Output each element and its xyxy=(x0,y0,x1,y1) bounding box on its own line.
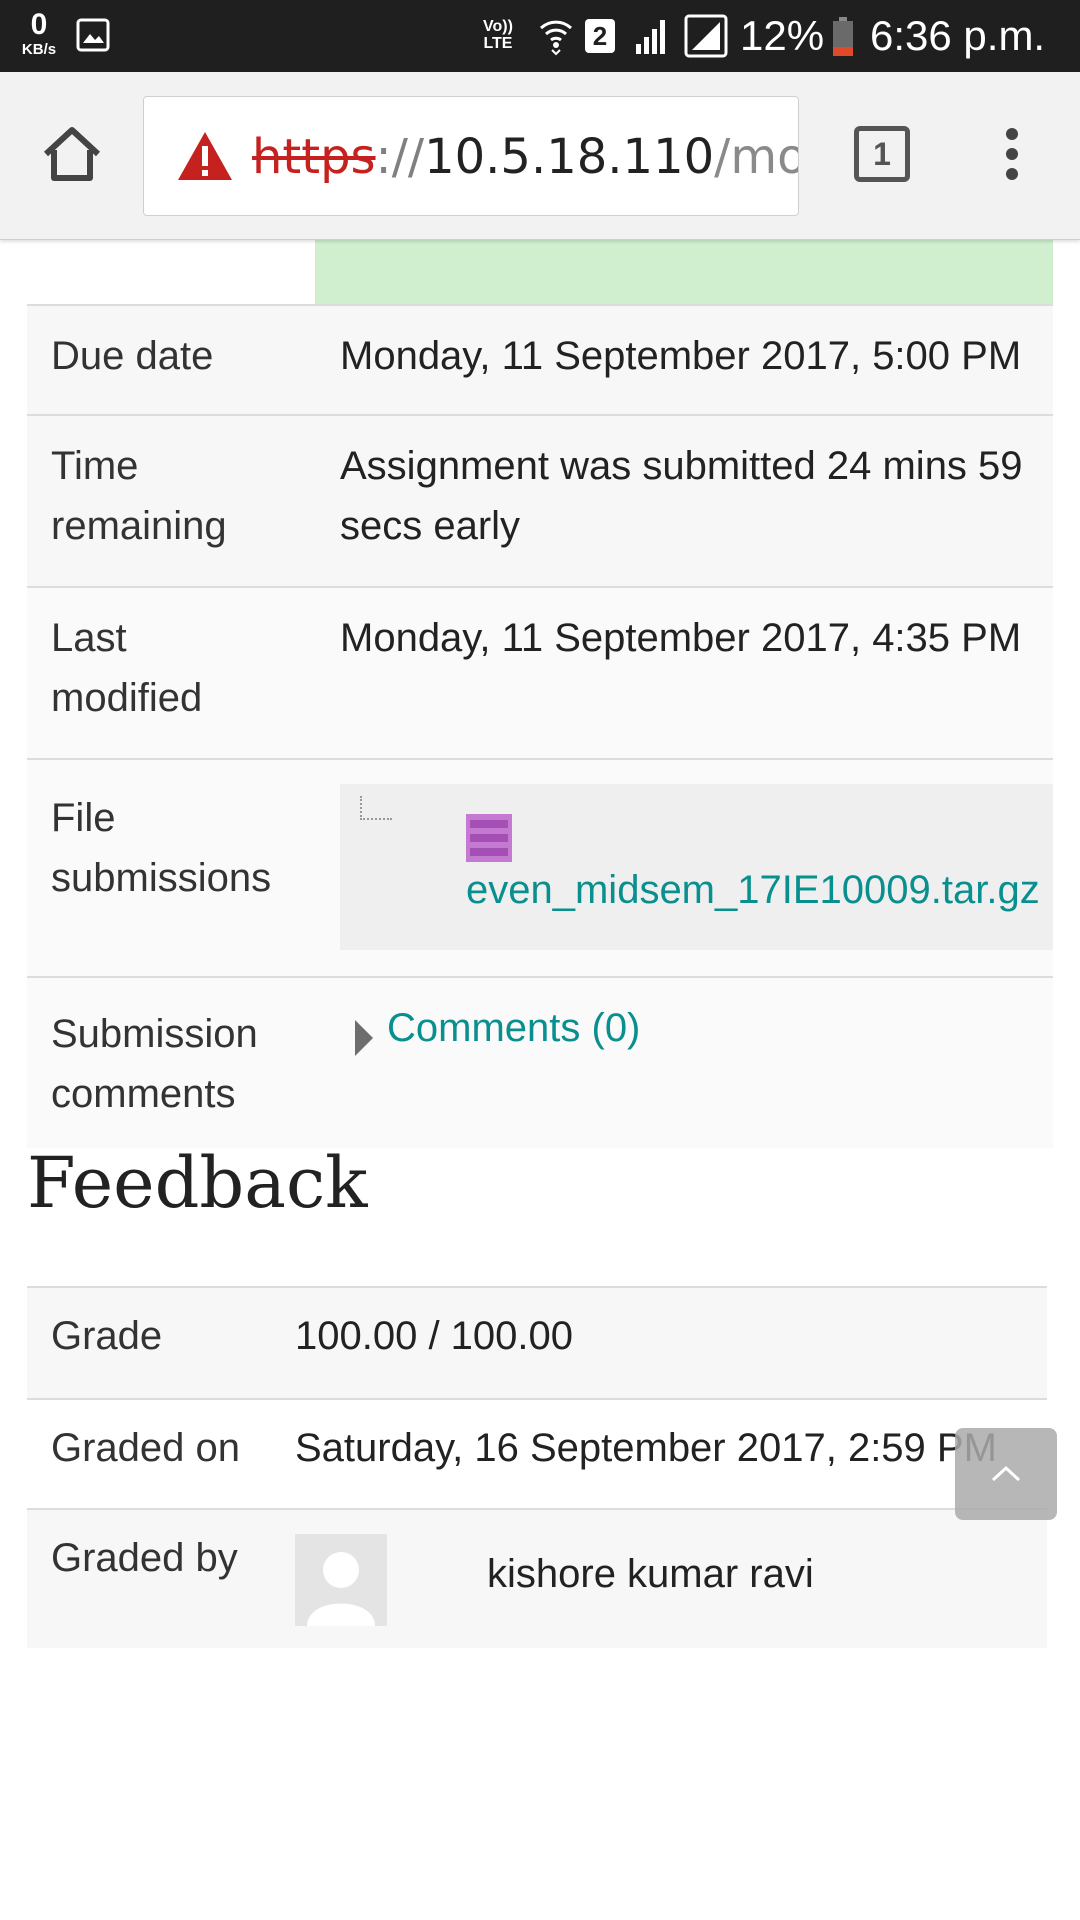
page-content: status Due date Monday, 11 September 201… xyxy=(0,200,1080,1920)
last-modified-label-line2: modified xyxy=(51,676,203,720)
url-host: 10.5.18.110 xyxy=(424,129,715,185)
volte-indicator: Vo)) LTE xyxy=(483,18,513,52)
wifi-icon xyxy=(539,20,573,56)
due-date-label: Due date xyxy=(51,334,214,378)
tabs-icon[interactable]: 1 xyxy=(854,126,910,182)
feedback-heading: Feedback xyxy=(27,1142,368,1224)
graded-on-label: Graded on xyxy=(51,1426,241,1470)
sim-slot-badge: 2 xyxy=(585,19,615,53)
signal-alt-icon xyxy=(684,14,728,58)
last-modified-label-line1: Last xyxy=(51,616,127,660)
time-remaining-value-line2: secs early xyxy=(340,504,521,548)
graded-on-row: Graded on Saturday, 16 September 2017, 2… xyxy=(27,1398,1047,1508)
battery-icon xyxy=(833,17,853,56)
url-separator: :// xyxy=(375,129,425,185)
status-bar: 0 KB/s Vo)) LTE 2 12% 6:36 p.m. xyxy=(0,0,1080,72)
url-scheme: https xyxy=(252,129,376,185)
expand-triangle-icon[interactable] xyxy=(353,1018,375,1058)
time-remaining-label: Time remaining xyxy=(51,436,311,556)
browser-toolbar: https://10.5.18.110/moc 1 xyxy=(0,72,1080,240)
time-remaining-label-line1: Time xyxy=(51,444,139,488)
grade-row: Grade 100.00 / 100.00 xyxy=(27,1286,1047,1398)
file-tree: even_midsem_17IE10009.tar.gz xyxy=(340,784,1053,950)
clock: 6:36 p.m. xyxy=(870,12,1046,59)
network-speed: 0 KB/s xyxy=(14,8,64,58)
avatar[interactable] xyxy=(295,1534,387,1626)
back-to-top-button[interactable] xyxy=(955,1428,1057,1520)
grader-name: kishore kumar ravi xyxy=(487,1552,814,1596)
submission-comments-label: Submission comments xyxy=(51,1004,311,1124)
due-date-row: Due date Monday, 11 September 2017, 5:00… xyxy=(27,304,1053,414)
address-bar[interactable]: https://10.5.18.110/moc xyxy=(143,96,799,216)
gallery-icon xyxy=(76,18,110,52)
time-remaining-value-line1: Assignment was submitted 24 mins 59 xyxy=(340,444,1023,488)
chevron-up-icon xyxy=(991,1465,1021,1482)
time-remaining-value: Assignment was submitted 24 mins 59 secs… xyxy=(340,436,1023,556)
signal-icon xyxy=(636,20,665,54)
submission-comments-row: Submission comments Comments (0) xyxy=(27,976,1053,1148)
time-remaining-row: Time remaining Assignment was submitted … xyxy=(27,414,1053,586)
network-speed-unit: KB/s xyxy=(21,41,57,58)
last-modified-row: Last modified Monday, 11 September 2017,… xyxy=(27,586,1053,758)
url-text[interactable]: https://10.5.18.110/moc xyxy=(252,129,798,185)
volte-top-text: Vo)) xyxy=(483,18,513,35)
submission-comments-label-line1: Submission xyxy=(51,1012,258,1056)
battery-percent: 12% xyxy=(740,12,825,59)
submission-comments-label-line2: comments xyxy=(51,1072,236,1116)
user-avatar-icon xyxy=(307,1552,375,1626)
volte-bottom-text: LTE xyxy=(483,35,513,52)
file-submissions-label: File submissions xyxy=(51,788,311,908)
file-submissions-label-line2: submissions xyxy=(51,856,272,900)
url-path: /moc xyxy=(714,129,798,185)
overflow-menu-icon[interactable] xyxy=(992,124,1032,184)
tree-connector xyxy=(360,796,392,820)
warning-icon[interactable] xyxy=(176,130,234,182)
submitted-file-link[interactable]: even_midsem_17IE10009.tar.gz xyxy=(466,868,1040,913)
comments-link[interactable]: Comments (0) xyxy=(387,1006,640,1051)
graded-on-value: Saturday, 16 September 2017, 2:59 PM xyxy=(295,1426,997,1470)
last-modified-label: Last modified xyxy=(51,608,311,728)
time-remaining-label-line2: remaining xyxy=(51,504,227,548)
grade-value: 100.00 / 100.00 xyxy=(295,1314,574,1358)
grade-label: Grade xyxy=(51,1314,163,1358)
graded-by-label: Graded by xyxy=(51,1536,238,1580)
due-date-value: Monday, 11 September 2017, 5:00 PM xyxy=(340,334,1022,378)
last-modified-value: Monday, 11 September 2017, 4:35 PM xyxy=(340,616,1022,660)
home-icon[interactable] xyxy=(40,122,104,186)
graded-by-row: Graded by kishore kumar ravi xyxy=(27,1508,1047,1648)
archive-file-icon xyxy=(466,814,512,862)
network-speed-value: 0 xyxy=(30,8,48,41)
file-submissions-label-line1: File xyxy=(51,796,116,840)
file-submissions-row: File submissions even_midsem_17IE10009.t… xyxy=(27,758,1053,976)
